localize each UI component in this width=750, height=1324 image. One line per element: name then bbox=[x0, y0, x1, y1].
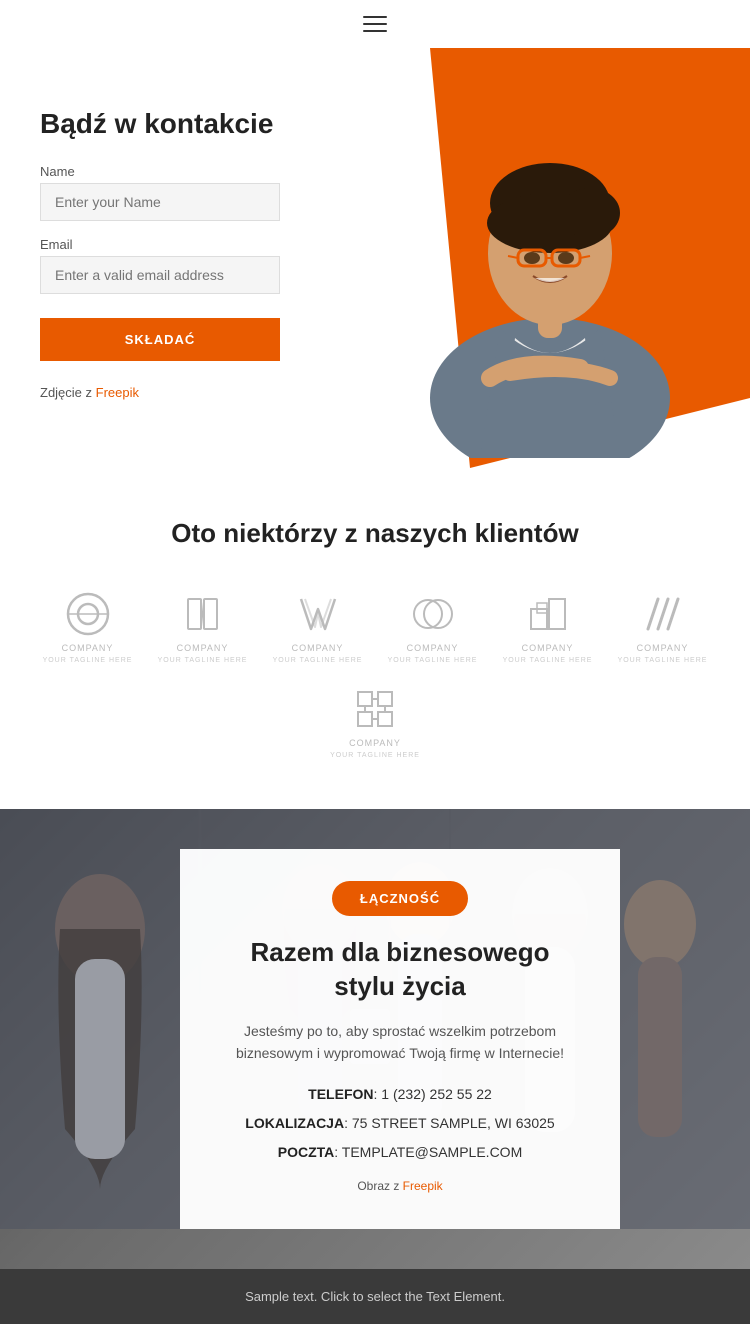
hero-section: Bądź w kontakcie Name Email SKŁADAĆ Zdję… bbox=[0, 48, 750, 468]
email-label: POCZTA bbox=[278, 1144, 335, 1160]
location-label: LOKALIZACJA bbox=[245, 1115, 344, 1131]
contact-phone: TELEFON: 1 (232) 252 55 22 bbox=[220, 1084, 580, 1105]
name-form-group: Name bbox=[40, 164, 360, 221]
client-logo-2: COMPANY YOUR TAGLINE HERE bbox=[158, 589, 248, 664]
contact-email: POCZTA: TEMPLATE@SAMPLE.COM bbox=[220, 1142, 580, 1163]
client-logo-5: COMPANY YOUR TAGLINE HERE bbox=[503, 589, 593, 664]
clients-title: Oto niektórzy z naszych klientów bbox=[40, 518, 710, 549]
contact-photo-credit: Obraz z Freepik bbox=[220, 1179, 580, 1193]
photo-credit-link[interactable]: Freepik bbox=[96, 385, 139, 400]
name-input[interactable] bbox=[40, 183, 280, 221]
client-logo-7: COMPANY YOUR TAGLINE HERE bbox=[330, 684, 420, 759]
footer-text[interactable]: Sample text. Click to select the Text El… bbox=[20, 1289, 730, 1304]
client-logo-3: COMPANY YOUR TAGLINE HERE bbox=[273, 589, 363, 664]
submit-button[interactable]: SKŁADAĆ bbox=[40, 318, 280, 361]
location-value: 75 STREET SAMPLE, WI 63025 bbox=[352, 1115, 555, 1131]
email-value: TEMPLATE@SAMPLE.COM bbox=[342, 1144, 522, 1160]
hero-form-container: Bądź w kontakcie Name Email SKŁADAĆ Zdję… bbox=[0, 48, 380, 428]
email-label: Email bbox=[40, 237, 360, 252]
clients-section: Oto niektórzy z naszych klientów COMPANY… bbox=[0, 468, 750, 809]
email-form-group: Email bbox=[40, 237, 360, 294]
client-logo-1: COMPANY YOUR TAGLINE HERE bbox=[43, 589, 133, 664]
name-label: Name bbox=[40, 164, 360, 179]
hamburger-menu-button[interactable] bbox=[363, 16, 387, 32]
hero-title: Bądź w kontakcie bbox=[40, 108, 360, 140]
contact-badge: ŁĄCZNOŚĆ bbox=[332, 881, 468, 916]
client-logo-4: COMPANY YOUR TAGLINE HERE bbox=[388, 589, 478, 664]
contact-section: ŁĄCZNOŚĆ Razem dla biznesowego stylu życ… bbox=[0, 809, 750, 1269]
navbar bbox=[0, 0, 750, 48]
contact-card: ŁĄCZNOŚĆ Razem dla biznesowego stylu życ… bbox=[180, 849, 620, 1229]
phone-value: 1 (232) 252 55 22 bbox=[381, 1086, 492, 1102]
contact-card-description: Jesteśmy po to, aby sprostać wszelkim po… bbox=[220, 1020, 580, 1065]
hero-person-image bbox=[350, 58, 740, 458]
contact-photo-credit-link[interactable]: Freepik bbox=[403, 1179, 443, 1193]
photo-credit: Zdjęcie z Freepik bbox=[40, 385, 360, 400]
client-logo-6: COMPANY YOUR TAGLINE HERE bbox=[618, 589, 708, 664]
email-input[interactable] bbox=[40, 256, 280, 294]
contact-location: LOKALIZACJA: 75 STREET SAMPLE, WI 63025 bbox=[220, 1113, 580, 1134]
contact-card-title: Razem dla biznesowego stylu życia bbox=[220, 936, 580, 1004]
footer: Sample text. Click to select the Text El… bbox=[0, 1269, 750, 1324]
clients-logos-container: COMPANY YOUR TAGLINE HERE COMPANY YOUR T… bbox=[40, 589, 710, 759]
contact-info: TELEFON: 1 (232) 252 55 22 LOKALIZACJA: … bbox=[220, 1084, 580, 1163]
phone-label: TELEFON bbox=[308, 1086, 373, 1102]
